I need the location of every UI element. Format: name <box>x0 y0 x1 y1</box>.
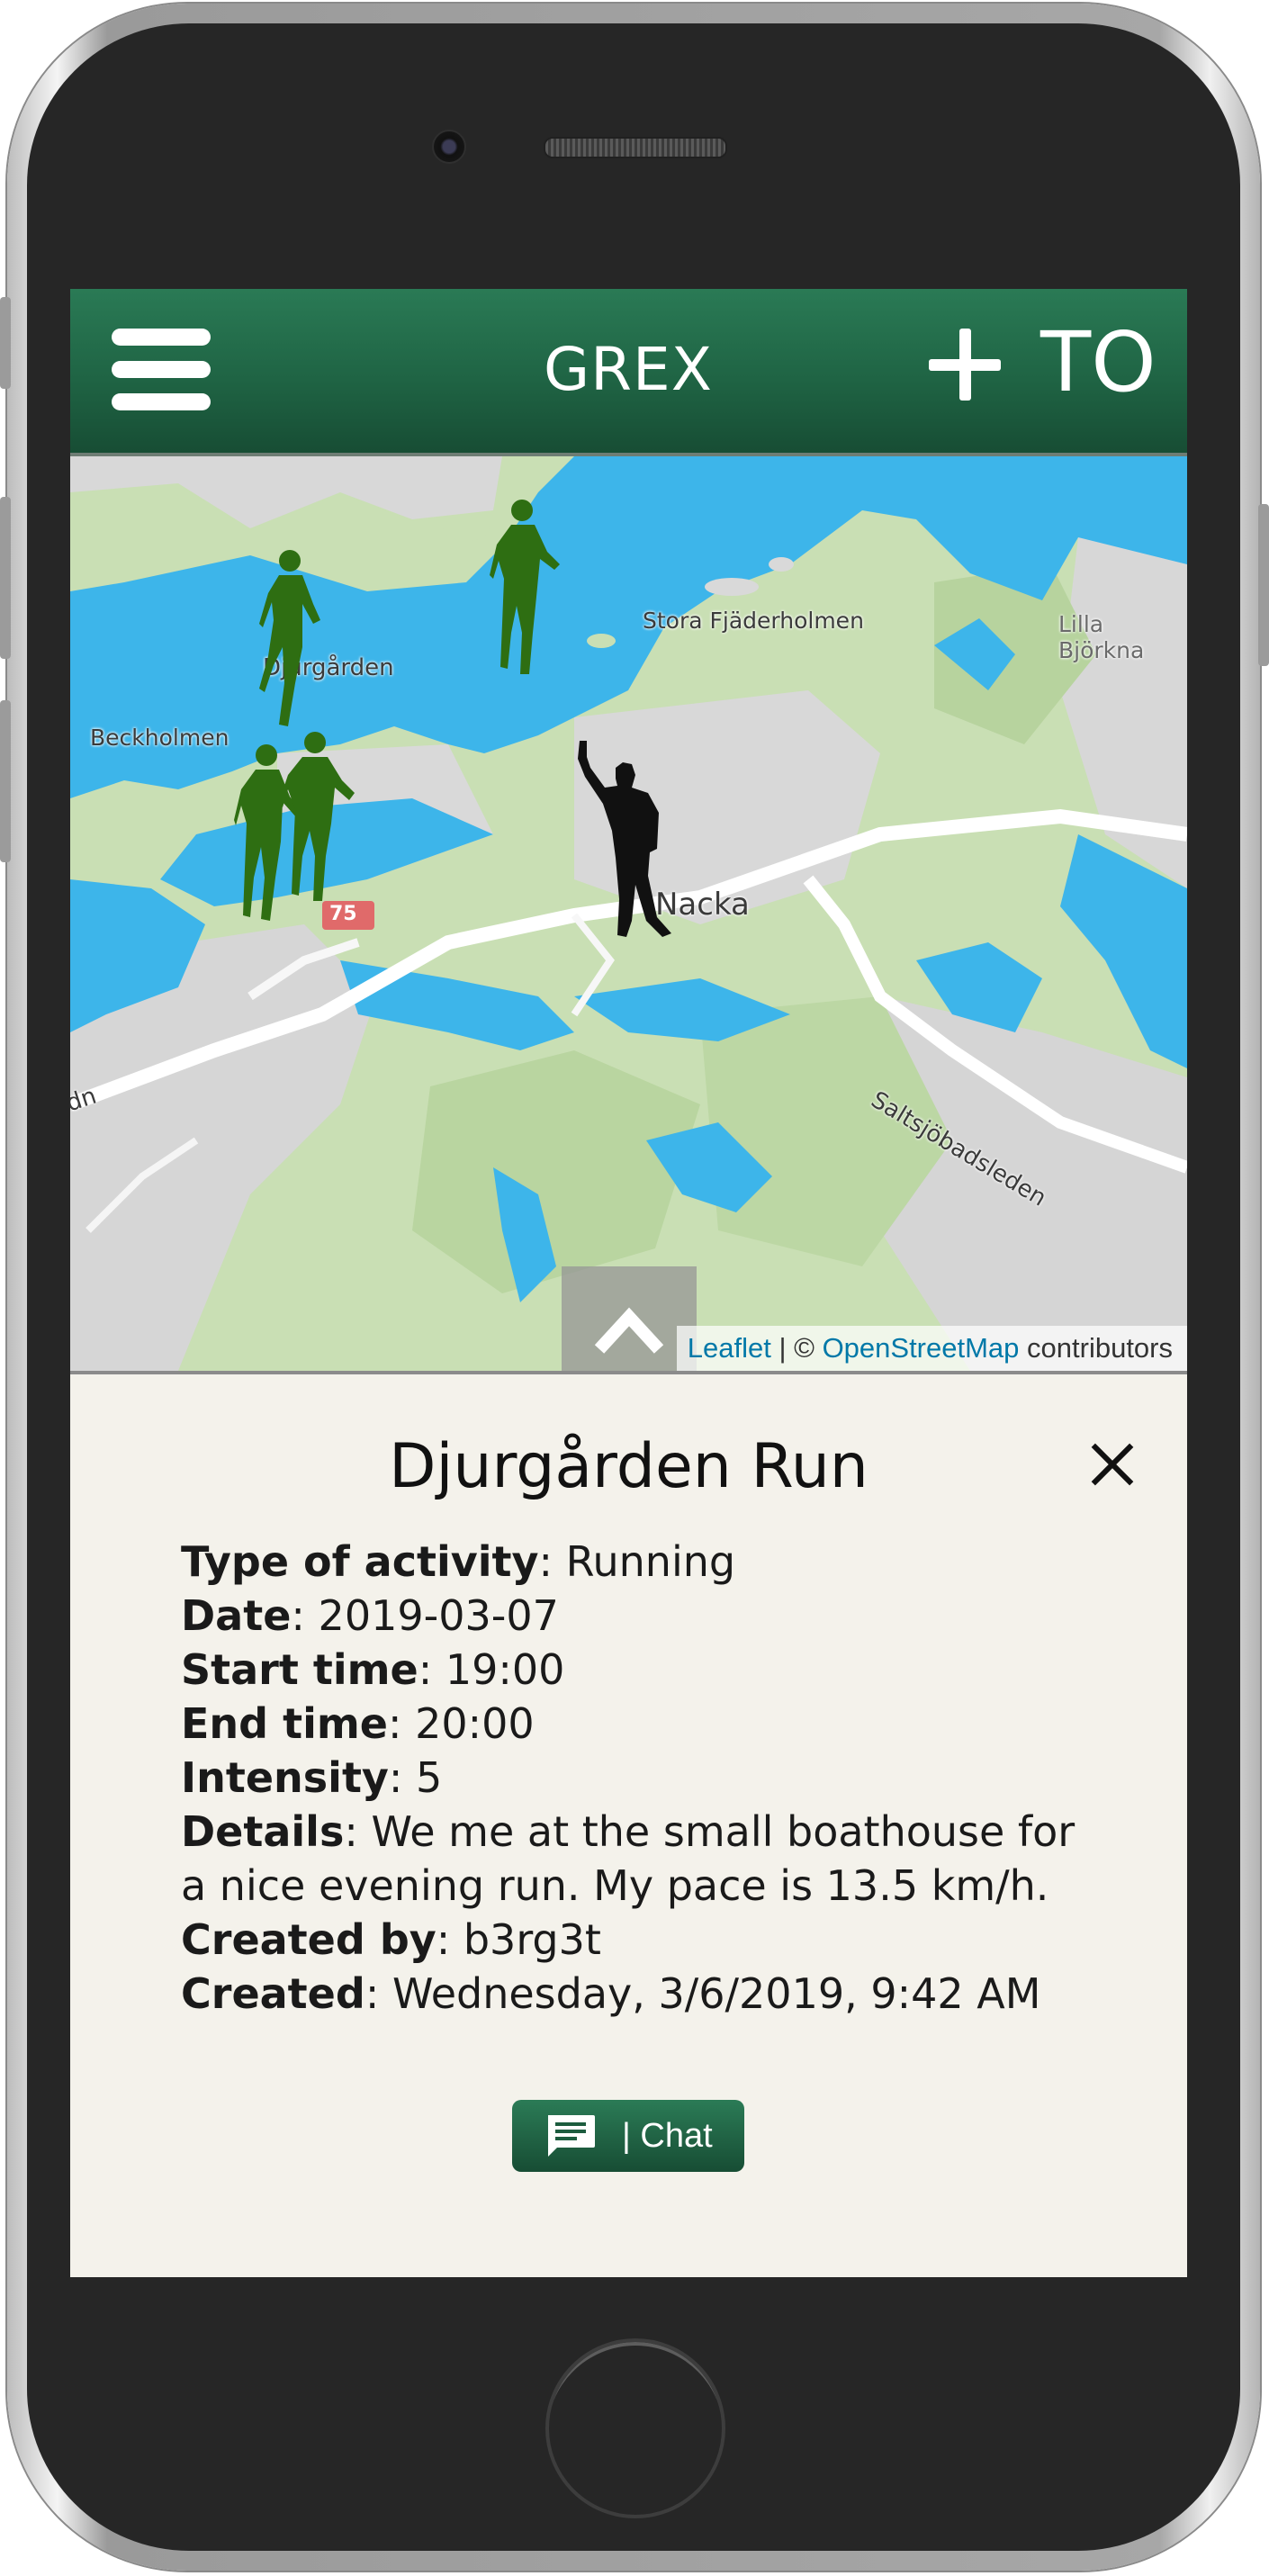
current-user-marker-icon[interactable] <box>572 741 671 939</box>
earpiece-speaker <box>544 137 727 158</box>
detail-row-created-by: Created by: b3rg3t <box>181 1915 601 1964</box>
detail-label: Created <box>181 1969 365 2018</box>
map-label-stora-fjaderholmen: Stora Fjäderholmen <box>643 608 864 634</box>
detail-value: b3rg3t <box>463 1915 601 1964</box>
activity-detail-panel: Djurgården Run Type of activity: Running… <box>70 1371 1187 2277</box>
app-brand-title: GREX <box>544 335 713 404</box>
detail-value: 19:00 <box>445 1645 565 1694</box>
close-icon[interactable] <box>1091 1443 1134 1486</box>
add-activity-plus-icon[interactable] <box>929 329 1001 401</box>
openstreetmap-link[interactable]: OpenStreetMap <box>823 1332 1020 1364</box>
map-label-beckholmen: Beckholmen <box>90 725 230 751</box>
top-navigation-bar: GREX TO <box>70 289 1187 456</box>
detail-value: 20:00 <box>415 1699 535 1748</box>
app-screen: GREX TO Djurgården Beckholmen Stora Fjäd… <box>70 289 1187 2277</box>
detail-row-start-time: Start time: 19:00 <box>181 1645 565 1694</box>
activity-title: Djurgården Run <box>389 1431 868 1502</box>
runner-marker-icon[interactable] <box>279 730 356 910</box>
runner-marker-icon[interactable] <box>490 498 562 678</box>
activity-map[interactable]: Djurgården Beckholmen Stora Fjäderholmen… <box>70 456 1187 1371</box>
hamburger-menu-icon[interactable] <box>112 327 211 411</box>
detail-label: Date <box>181 1591 292 1640</box>
detail-row-type: Type of activity: Running <box>181 1537 736 1586</box>
detail-value: 2019-03-07 <box>318 1591 559 1640</box>
attribution-suffix: contributors <box>1019 1332 1173 1364</box>
detail-row-end-time: End time: 20:00 <box>181 1699 535 1748</box>
add-activity-label[interactable]: TO <box>1040 318 1156 408</box>
attribution-separator: | © <box>770 1332 823 1364</box>
detail-row-intensity: Intensity: 5 <box>181 1753 443 1802</box>
volume-up-button <box>0 497 11 659</box>
detail-value: Running <box>565 1537 736 1586</box>
detail-label: Details <box>181 1807 345 1856</box>
runner-marker-icon[interactable] <box>259 548 322 728</box>
detail-value: Wednesday, 3/6/2019, 9:42 AM <box>392 1969 1041 2018</box>
power-button <box>1258 504 1269 666</box>
detail-row-details: Details: We me at the small boathouse fo… <box>181 1807 1076 1910</box>
home-button[interactable] <box>545 2338 725 2518</box>
detail-label: Created by <box>181 1915 436 1964</box>
mute-switch <box>0 297 11 389</box>
leaflet-link[interactable]: Leaflet <box>688 1332 771 1364</box>
detail-label: Intensity <box>181 1753 389 1802</box>
detail-row-date: Date: 2019-03-07 <box>181 1591 559 1640</box>
detail-row-created: Created: Wednesday, 3/6/2019, 9:42 AM <box>181 1969 1041 2018</box>
chat-button[interactable]: | Chat <box>512 2100 744 2172</box>
volume-down-button <box>0 700 11 862</box>
chat-button-label: | Chat <box>622 2117 713 2155</box>
detail-value: 5 <box>416 1753 443 1802</box>
chat-bubble-icon <box>548 2115 595 2157</box>
detail-label: Type of activity <box>181 1537 539 1586</box>
front-camera <box>432 130 466 164</box>
detail-label: End time <box>181 1699 388 1748</box>
map-label-lilla-bjorkna: Lilla Björkna <box>1058 611 1145 663</box>
detail-label: Start time <box>181 1645 418 1694</box>
activity-details-list: Type of activity: Running Date: 2019-03-… <box>181 1535 1081 2021</box>
map-attribution: Leaflet | © OpenStreetMap contributors <box>676 1326 1187 1371</box>
